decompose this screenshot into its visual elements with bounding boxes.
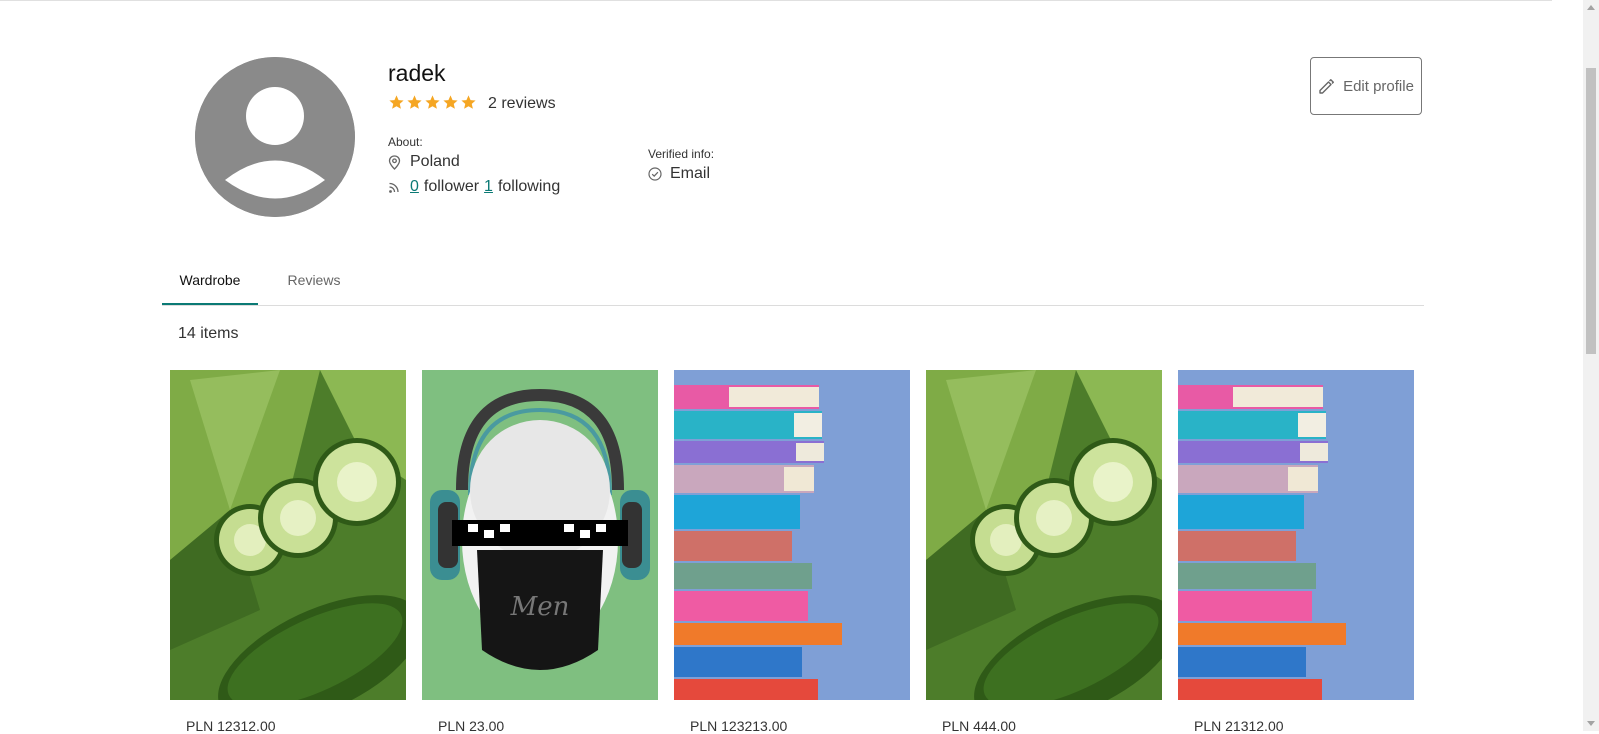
tab-reviews[interactable]: Reviews — [270, 258, 358, 305]
location-text: Poland — [410, 153, 460, 170]
items-count: 14 items — [178, 325, 239, 342]
edit-profile-button[interactable]: Edit profile — [1310, 57, 1422, 115]
following-label: following — [497, 178, 561, 195]
about-label: About: — [388, 135, 423, 149]
tab-wardrobe[interactable]: Wardrobe — [162, 258, 258, 305]
follower-count-link[interactable]: 0 — [410, 178, 419, 196]
item-image-skull-mask[interactable]: Men — [422, 370, 658, 700]
scroll-down-arrow-icon[interactable] — [1587, 721, 1595, 726]
item-price: PLN 123213.00 — [690, 718, 788, 734]
follower-label: follower — [423, 178, 480, 195]
follow-row: 0 follower 1 following — [388, 178, 560, 196]
edit-profile-label: Edit profile — [1343, 77, 1414, 95]
item-image-books[interactable] — [1178, 370, 1414, 700]
verified-email-row: Email — [648, 165, 710, 183]
star-icon — [407, 95, 422, 109]
user-silhouette-icon — [195, 57, 355, 217]
location-row: Poland — [388, 153, 460, 171]
profile-tabs: Wardrobe Reviews — [162, 258, 1424, 306]
scroll-up-arrow-icon[interactable] — [1587, 5, 1595, 10]
item-image-cucumber[interactable] — [926, 370, 1162, 700]
rating-stars — [388, 94, 477, 111]
item-image-cucumber[interactable] — [170, 370, 406, 700]
item-card[interactable]: PLN 444.00 — [926, 370, 1162, 734]
item-card[interactable]: PLN 12312.00 — [170, 370, 406, 734]
svg-text:Men: Men — [510, 592, 570, 622]
scrollbar-thumb[interactable] — [1586, 68, 1596, 354]
star-icon — [425, 95, 440, 109]
item-price: PLN 444.00 — [942, 718, 1016, 734]
item-price: PLN 23.00 — [438, 718, 505, 734]
item-price: PLN 12312.00 — [186, 718, 276, 734]
item-price: PLN 21312.00 — [1194, 718, 1284, 734]
verified-email-text: Email — [670, 165, 711, 182]
pencil-icon — [1319, 78, 1335, 94]
verified-info-label: Verified info: — [648, 147, 715, 161]
item-card[interactable]: Men PLN 23.00 — [422, 370, 658, 734]
location-pin-icon — [388, 154, 401, 170]
top-border — [0, 0, 1552, 1]
page-scrollbar[interactable] — [1583, 0, 1599, 731]
check-circle-icon — [648, 167, 662, 181]
item-card[interactable]: PLN 123213.00 — [674, 370, 910, 734]
star-icon — [443, 95, 458, 109]
profile-avatar[interactable] — [195, 57, 355, 217]
rss-feed-icon — [389, 182, 399, 193]
item-card[interactable]: PLN 21312.00 — [1178, 370, 1414, 734]
following-count-link[interactable]: 1 — [484, 178, 493, 196]
item-image-books[interactable] — [674, 370, 910, 700]
reviews-count-link[interactable]: 2 reviews — [488, 95, 556, 113]
star-icon — [389, 95, 404, 109]
star-icon — [461, 95, 476, 109]
profile-username: radek — [388, 60, 446, 86]
